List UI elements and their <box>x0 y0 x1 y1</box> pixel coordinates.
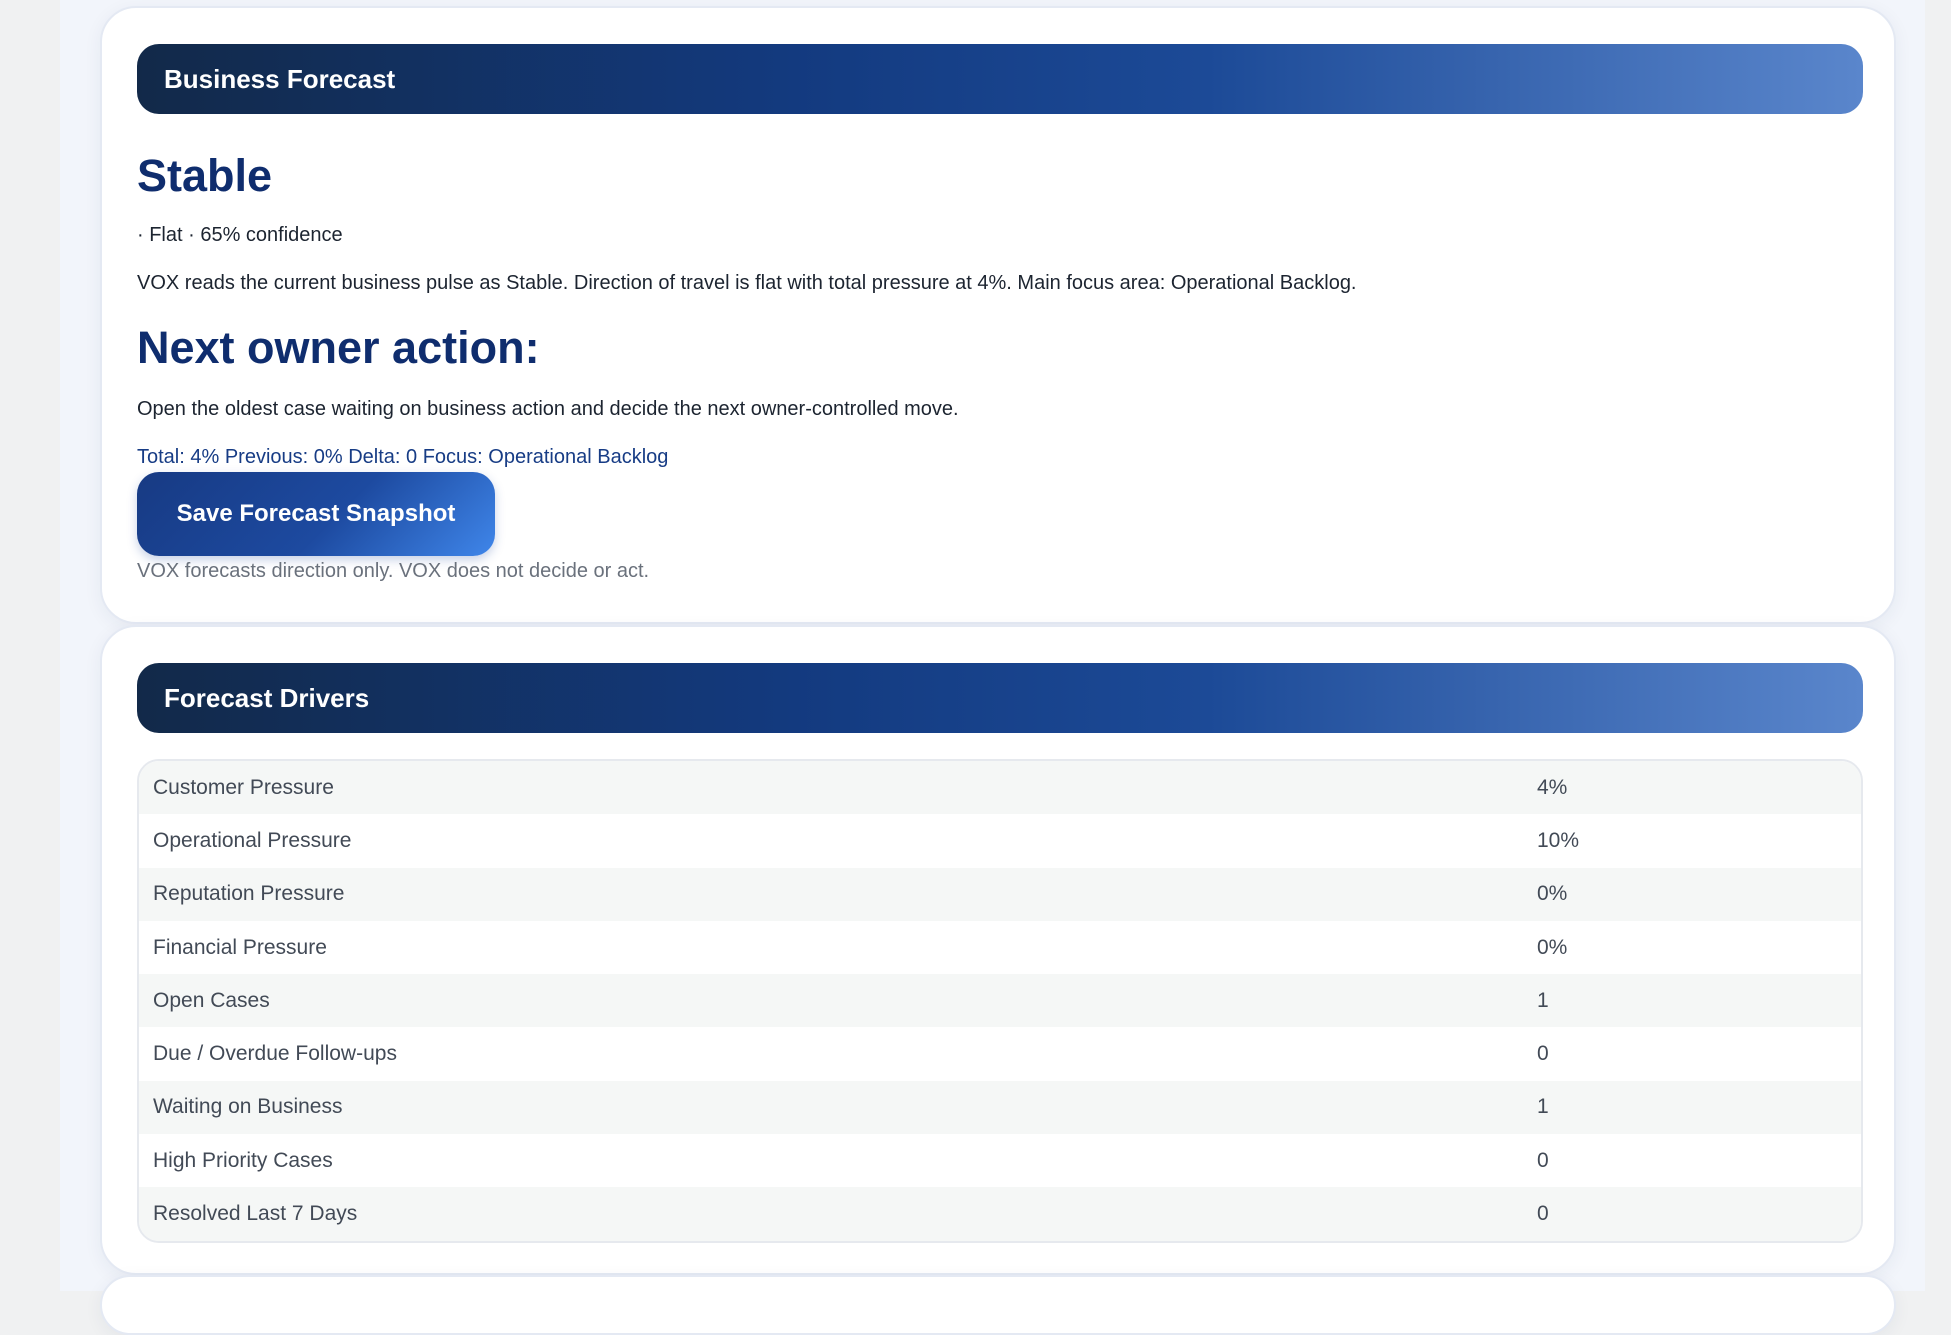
table-row: Due / Overdue Follow-ups 0 <box>139 1027 1861 1081</box>
table-row: Operational Pressure 10% <box>139 814 1861 868</box>
driver-label: High Priority Cases <box>153 1148 333 1172</box>
save-forecast-snapshot-button[interactable]: Save Forecast Snapshot <box>137 472 495 556</box>
table-row: Resolved Last 7 Days 0 <box>139 1187 1861 1241</box>
driver-label: Customer Pressure <box>153 775 334 799</box>
table-row: Financial Pressure 0% <box>139 920 1861 975</box>
table-row: High Priority Cases 0 <box>139 1134 1861 1188</box>
forecast-drivers-table: Customer Pressure 4% Operational Pressur… <box>137 759 1863 1243</box>
forecast-metrics-line: Total: 4% Previous: 0% Delta: 0 Focus: O… <box>137 446 669 468</box>
driver-value: 4% <box>1537 775 1568 799</box>
driver-value: 1 <box>1537 1095 1549 1119</box>
forecast-drivers-card: Forecast Drivers Customer Pressure 4% Op… <box>100 625 1896 1275</box>
forecast-summary: VOX reads the current business pulse as … <box>137 272 1357 294</box>
driver-label: Open Cases <box>153 988 270 1012</box>
driver-value: 0 <box>1537 1148 1549 1172</box>
driver-label: Due / Overdue Follow-ups <box>153 1042 397 1066</box>
table-row: Waiting on Business 1 <box>139 1080 1861 1135</box>
driver-value: 10% <box>1537 828 1580 852</box>
table-row: Customer Pressure 4% <box>139 761 1861 815</box>
forecast-confidence-meta: · Flat · 65% confidence <box>137 224 343 246</box>
driver-value: 1 <box>1537 988 1549 1012</box>
driver-value: 0% <box>1537 882 1568 906</box>
driver-label: Resolved Last 7 Days <box>153 1202 358 1226</box>
table-row: Reputation Pressure 0% <box>139 867 1861 921</box>
business-forecast-header: Business Forecast <box>137 44 1863 114</box>
driver-value: 0% <box>1537 935 1568 959</box>
driver-label: Operational Pressure <box>153 828 352 852</box>
forecast-drivers-header: Forecast Drivers <box>137 663 1863 733</box>
driver-value: 0 <box>1537 1202 1549 1226</box>
table-row: Open Cases 1 <box>139 974 1861 1028</box>
driver-label: Financial Pressure <box>153 935 327 959</box>
driver-label: Reputation Pressure <box>153 882 345 906</box>
driver-label: Waiting on Business <box>153 1095 343 1119</box>
next-owner-action-text: Open the oldest case waiting on business… <box>137 398 959 420</box>
next-card-partial <box>100 1275 1896 1335</box>
forecast-status-title: Stable <box>137 150 273 201</box>
business-forecast-card: Business Forecast Stable · Flat · 65% co… <box>100 6 1896 624</box>
next-owner-action-title: Next owner action: <box>137 322 540 373</box>
forecast-disclaimer: VOX forecasts direction only. VOX does n… <box>137 560 650 582</box>
driver-value: 0 <box>1537 1042 1549 1066</box>
